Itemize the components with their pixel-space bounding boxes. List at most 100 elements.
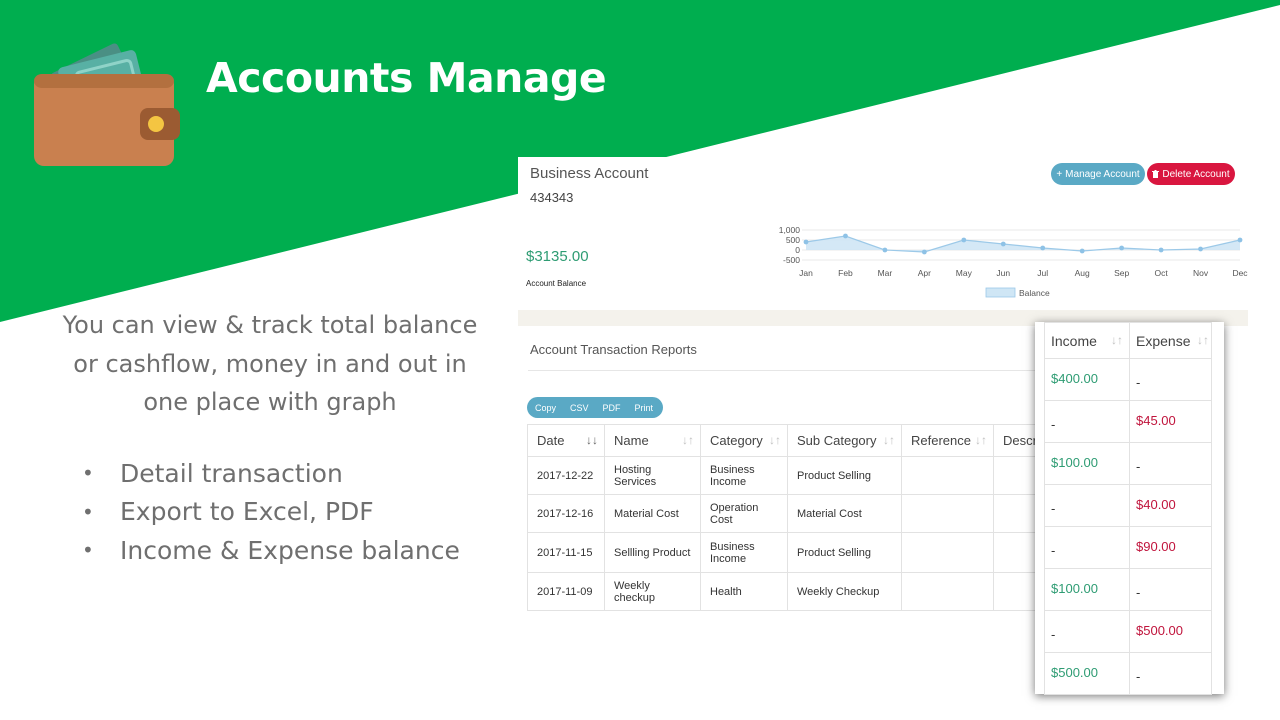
cell-expense: $45.00 [1129, 400, 1212, 443]
data-point [843, 233, 848, 239]
x-tick-label: Nov [1193, 268, 1209, 278]
cell-income: $500.00 [1044, 652, 1130, 695]
table-row: - $40.00 [1044, 484, 1212, 527]
cell-category: Health [700, 572, 788, 611]
data-point [1119, 245, 1125, 251]
cell-reference [901, 494, 994, 533]
column-label: Income [1051, 332, 1097, 349]
sort-icon[interactable]: ↓↑ [682, 433, 694, 447]
manage-account-button[interactable]: + Manage Account [1051, 163, 1145, 185]
cell-expense: - [1129, 652, 1212, 695]
column-label: Expense [1136, 332, 1191, 349]
account-balance-value: $3135.00 [526, 248, 589, 265]
transactions-table: Date ↓↓ Name ↓↑ Category ↓↑ Sub Category ↓↑ … [527, 424, 1050, 611]
cell-name: Hosting Services [604, 456, 701, 495]
page-title: Accounts Manage [206, 54, 607, 102]
cell-expense: - [1129, 442, 1212, 485]
copy-button[interactable]: Copy [535, 403, 556, 413]
table-row: $100.00- [1044, 568, 1212, 611]
table-row: $500.00- [1044, 652, 1212, 695]
table-row: 2017-11-15 Sellling Product Business Inc… [527, 532, 1050, 573]
account-title: Business Account [530, 165, 649, 182]
intro-text: You can view & track total balance or ca… [62, 311, 478, 416]
cell-expense: $500.00 [1129, 610, 1212, 653]
table-row: - $45.00 [1044, 400, 1212, 443]
cell-sub-category: Weekly Checkup [787, 572, 902, 611]
cell-income: - [1044, 484, 1130, 527]
x-tick-label: Apr [918, 268, 931, 278]
sort-desc-icon[interactable]: ↓↓ [586, 433, 598, 447]
cell-name: Weekly checkup [604, 572, 701, 611]
cell-category: Business Income [700, 456, 788, 495]
cell-category: Business Income [700, 532, 788, 573]
feature-item: • Income & Expense balance [82, 531, 460, 570]
table-row: $100.00- [1044, 442, 1212, 485]
data-point [961, 237, 967, 243]
legend-swatch [985, 287, 1016, 298]
column-header-category[interactable]: Category ↓↑ [700, 424, 788, 457]
bullet-icon: • [82, 538, 94, 563]
column-header-sub-category[interactable]: Sub Category ↓↑ [787, 424, 902, 457]
data-point [882, 247, 888, 253]
table-row: 2017-12-16 Material Cost Operation Cost … [527, 494, 1050, 533]
cell-sub-category: Material Cost [787, 494, 902, 533]
data-point [1237, 237, 1243, 243]
data-point [1000, 241, 1006, 247]
cell-income: $400.00 [1044, 358, 1130, 401]
sort-icon[interactable]: ↓↑ [1197, 333, 1209, 347]
print-button[interactable]: Print [635, 403, 654, 413]
cell-reference [901, 456, 994, 495]
csv-button[interactable]: CSV [570, 403, 589, 413]
column-label: Reference [911, 433, 971, 448]
column-header-expense[interactable]: Expense ↓↑ [1129, 322, 1212, 359]
feature-label: Export to Excel, PDF [120, 497, 374, 527]
x-tick-label: Oct [1154, 268, 1168, 278]
y-tick-label: 1,000 [779, 225, 801, 235]
column-header-name[interactable]: Name ↓↑ [604, 424, 701, 457]
wallet-icon [34, 43, 180, 166]
y-tick-label: -500 [783, 255, 800, 265]
column-header-income[interactable]: Income ↓↑ [1044, 322, 1130, 359]
sort-icon[interactable]: ↓↑ [769, 433, 781, 447]
table-row: $400.00- [1044, 358, 1212, 401]
report-title: Account Transaction Reports [530, 342, 697, 357]
cell-income: $100.00 [1044, 442, 1130, 485]
sort-icon[interactable]: ↓↑ [883, 433, 895, 447]
cell-expense: $40.00 [1129, 484, 1212, 527]
table-row: 2017-11-09 Weekly checkup Health Weekly … [527, 572, 1050, 611]
x-tick-label: Aug [1075, 268, 1090, 278]
data-point [921, 249, 927, 255]
cell-date: 2017-11-09 [527, 572, 605, 611]
delete-account-label: Delete Account [1162, 168, 1230, 180]
data-point [1198, 246, 1203, 252]
x-tick-label: May [956, 268, 973, 278]
column-header-reference[interactable]: Reference ↓↑ [901, 424, 994, 457]
cell-date: 2017-12-22 [527, 456, 605, 495]
column-label: Date [537, 433, 565, 448]
cell-expense: - [1129, 568, 1212, 611]
cell-reference [901, 532, 994, 573]
export-button-group: Copy CSV PDF Print [527, 397, 663, 418]
sort-icon[interactable]: ↓↑ [975, 433, 987, 447]
trash-icon [1152, 170, 1160, 178]
delete-account-button[interactable]: Delete Account [1147, 163, 1235, 185]
account-number: 434343 [530, 190, 574, 205]
income-expense-table: Income ↓↑ Expense ↓↑ $400.00- - $45.00 $100.0… [1044, 322, 1212, 695]
cell-income: - [1044, 610, 1130, 653]
column-header-date[interactable]: Date ↓↓ [527, 424, 605, 457]
cell-income: - [1044, 400, 1130, 443]
bullet-icon: • [82, 461, 94, 486]
cell-date: 2017-11-15 [527, 532, 605, 573]
report-divider [528, 370, 1038, 371]
data-point [1158, 247, 1164, 253]
column-label: Sub Category [797, 433, 877, 448]
column-label: Name [614, 433, 649, 448]
cell-sub-category: Product Selling [787, 456, 902, 495]
feature-item: • Export to Excel, PDF [82, 493, 460, 532]
y-tick-label: 500 [786, 235, 800, 245]
sort-icon[interactable]: ↓↑ [1111, 333, 1123, 347]
account-balance-label: Account Balance [526, 279, 587, 288]
pdf-button[interactable]: PDF [603, 403, 621, 413]
table-row: - $90.00 [1044, 526, 1212, 569]
balance-chart: 1,0005000-500 Jan Feb Mar Apr May Jun Jul Aug Sep… [779, 225, 1248, 298]
